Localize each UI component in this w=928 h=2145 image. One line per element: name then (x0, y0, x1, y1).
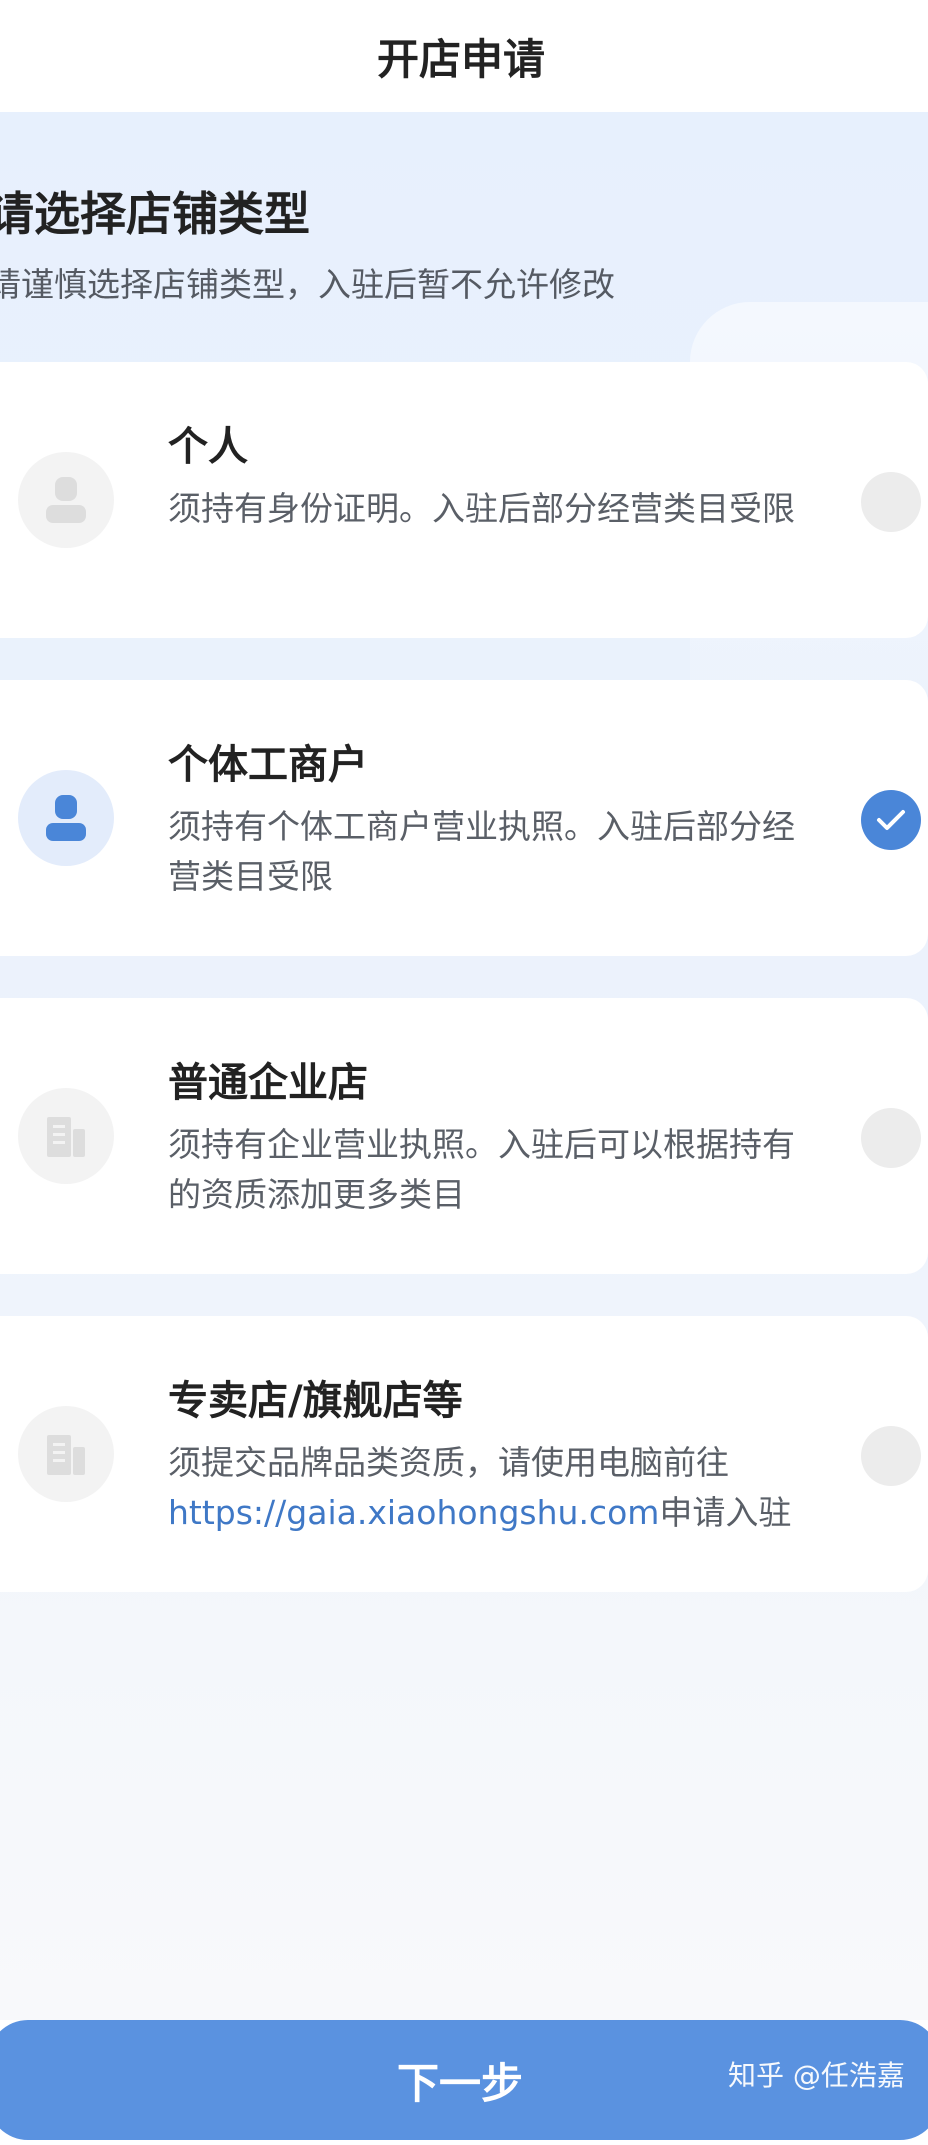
option-description: 须提交品牌品类资质，请使用电脑前往 https://gaia.xiaohongsh… (168, 1438, 808, 1538)
store-type-option-individual-business[interactable]: 个体工商户 须持有个体工商户营业执照。入驻后部分经营类目受限 (0, 680, 928, 956)
option-description: 须持有个体工商户营业执照。入驻后部分经营类目受限 (168, 807, 795, 896)
section-heading: 请选择店铺类型 (0, 187, 310, 241)
radio-unchecked[interactable] (861, 472, 921, 532)
person-icon (18, 452, 114, 548)
building-icon (18, 1406, 114, 1502)
radio-checked[interactable] (861, 790, 921, 850)
gaia-link[interactable]: https://gaia.xiaohongshu.com (168, 1493, 659, 1532)
page-title: 开店申请 (376, 34, 545, 84)
content-area: 请选择店铺类型 请谨慎选择店铺类型，入驻后暂不允许修改 个人 须持有身份证明。入… (0, 112, 928, 2020)
building-icon (18, 1088, 114, 1184)
building-icon-graphic (47, 1117, 85, 1157)
option-title: 普通企业店 (168, 1060, 368, 1106)
option-title: 个人 (168, 424, 248, 470)
radio-unchecked[interactable] (861, 1108, 921, 1168)
watermark: 知乎 @任浩嘉 (728, 2059, 905, 2092)
checkmark-icon (877, 810, 905, 830)
person-icon-graphic (46, 795, 86, 841)
option-description: 须持有身份证明。入驻后部分经营类目受限 (168, 489, 795, 528)
radio-unchecked[interactable] (861, 1426, 921, 1486)
app-header: 开店申请 (0, 0, 928, 112)
description-text: 须提交品牌品类资质，请使用电脑前往 (168, 1443, 729, 1482)
store-type-option-enterprise[interactable]: 普通企业店 须持有企业营业执照。入驻后可以根据持有的资质添加更多类目 (0, 998, 928, 1274)
option-title: 专卖店/旗舰店等 (168, 1378, 463, 1424)
next-step-label: 下一步 (396, 2058, 523, 2108)
person-icon-graphic (46, 477, 86, 523)
option-description: 须持有企业营业执照。入驻后可以根据持有的资质添加更多类目 (168, 1125, 795, 1214)
store-type-option-flagship[interactable]: 专卖店/旗舰店等 须提交品牌品类资质，请使用电脑前往 https://gaia.x… (0, 1316, 928, 1592)
store-type-option-personal[interactable]: 个人 须持有身份证明。入驻后部分经营类目受限 (0, 362, 928, 638)
section-subheading: 请谨慎选择店铺类型，入驻后暂不允许修改 (0, 265, 615, 304)
person-icon (18, 770, 114, 866)
building-icon-graphic (47, 1435, 85, 1475)
description-text: 申请入驻 (659, 1493, 792, 1532)
option-title: 个体工商户 (168, 742, 368, 788)
